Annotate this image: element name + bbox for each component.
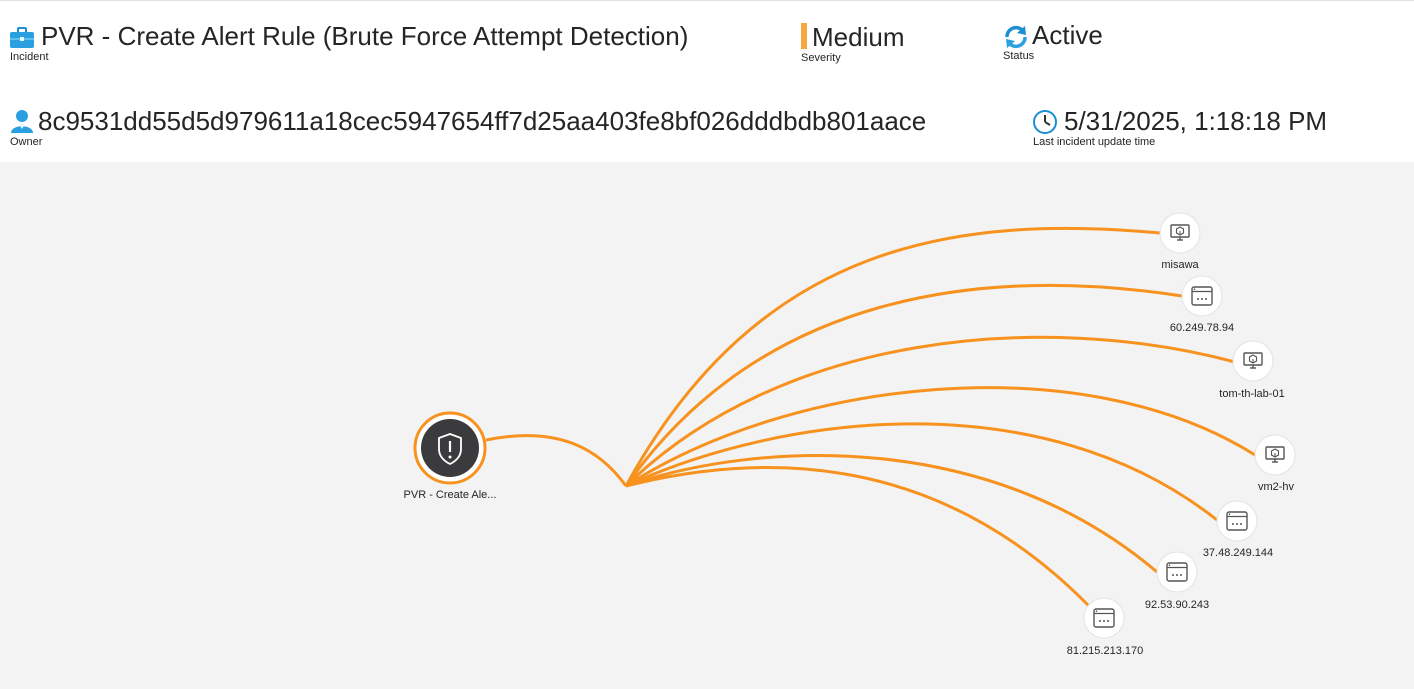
entity-label: misawa [1161,259,1199,271]
graph-edges [485,226,1256,607]
ip-icon [1226,511,1248,531]
status-label: Status [1003,50,1035,62]
severity-value: Medium [812,22,905,52]
incident-title-label: Incident [10,51,49,63]
alert-node[interactable]: PVR - Create Ale... [404,411,497,501]
last-update-value: 5/31/2025, 1:18:18 PM [1064,106,1328,136]
owner-label: Owner [10,136,43,148]
entity-label: 92.53.90.243 [1145,599,1209,611]
investigation-graph[interactable]: PVR - Create Ale... misawa 60.249.78.94 … [0,162,1414,689]
entity-node-misawa[interactable]: misawa [1159,212,1201,271]
edge-92-53-90-243 [625,454,1158,574]
entity-node-81-215-213-170[interactable]: 81.215.213.170 [1067,597,1143,657]
entity-label: vm2-hv [1258,481,1295,493]
entity-node-60-249-78-94[interactable]: 60.249.78.94 [1170,275,1234,334]
entity-node-tom-th-lab-01[interactable]: tom-th-lab-01 [1219,340,1285,400]
entity-label: 60.249.78.94 [1170,322,1234,334]
person-icon [10,109,34,138]
incident-header: PVR - Create Alert Rule (Brute Force Att… [0,0,1414,163]
entity-label: tom-th-lab-01 [1219,388,1284,400]
entity-node-92-53-90-243[interactable]: 92.53.90.243 [1145,551,1209,611]
edge-center-hub [485,434,628,487]
owner-value: 8c9531dd55d5d979611a18cec5947654ff7d25aa… [38,106,927,136]
entity-label: 37.48.249.144 [1203,547,1273,559]
ip-icon [1093,608,1115,628]
edge-81-215-213-170 [625,466,1090,607]
clock-icon [1033,110,1057,139]
incident-title: PVR - Create Alert Rule (Brute Force Att… [41,21,689,51]
entity-node-37-48-249-144[interactable]: 37.48.249.144 [1203,500,1273,559]
edge-vm2-hv [625,386,1256,488]
last-update-label: Last incident update time [1033,136,1156,148]
ip-icon [1191,286,1213,306]
entity-label: 81.215.213.170 [1067,645,1143,657]
severity-label: Severity [801,52,841,64]
edge-37-48-249-144 [625,422,1218,522]
status-value: Active [1032,20,1103,50]
briefcase-icon [10,27,34,54]
entity-node-vm2-hv[interactable]: vm2-hv [1254,434,1296,493]
ip-icon [1166,562,1188,582]
alert-node-label: PVR - Create Ale... [404,489,497,501]
severity-bar-icon [801,23,807,54]
